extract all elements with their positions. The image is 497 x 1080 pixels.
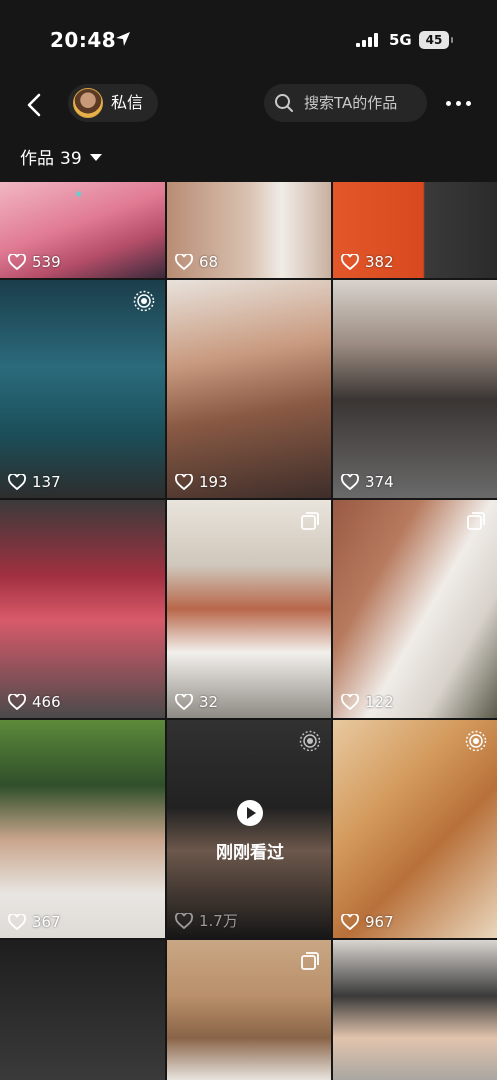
video-tile[interactable]: 382 bbox=[333, 182, 497, 278]
heart-icon bbox=[8, 254, 26, 270]
nav-bar: 私信 搜索TA的作品 bbox=[0, 80, 497, 130]
location-arrow-icon bbox=[116, 32, 130, 46]
message-label: 私信 bbox=[111, 93, 144, 112]
heart-icon bbox=[8, 474, 26, 490]
live-photo-icon bbox=[133, 290, 155, 312]
video-tile[interactable]: 967 bbox=[333, 720, 497, 938]
video-tile[interactable] bbox=[167, 940, 331, 1080]
like-count: 1.7万 bbox=[175, 910, 238, 931]
network-type: 5G bbox=[389, 31, 412, 49]
like-count-value: 68 bbox=[199, 253, 219, 271]
heart-icon bbox=[8, 914, 26, 930]
video-tile[interactable]: 367 bbox=[0, 720, 165, 938]
like-count-value: 374 bbox=[365, 473, 394, 491]
like-count-value: 539 bbox=[32, 253, 61, 271]
watched-overlay bbox=[167, 720, 331, 938]
works-label: 作品 bbox=[20, 149, 54, 169]
like-count: 382 bbox=[341, 253, 394, 271]
like-count: 466 bbox=[8, 693, 61, 711]
like-count: 32 bbox=[175, 693, 218, 711]
video-tile[interactable]: 137 bbox=[0, 280, 165, 498]
signal-icon bbox=[356, 33, 380, 47]
more-options-icon[interactable] bbox=[444, 94, 474, 114]
video-tile[interactable] bbox=[333, 940, 497, 1080]
video-tile[interactable]: 32 bbox=[167, 500, 331, 718]
gallery-icon bbox=[301, 952, 319, 970]
like-count: 122 bbox=[341, 693, 394, 711]
video-tile[interactable] bbox=[0, 940, 165, 1080]
search-placeholder: 搜索TA的作品 bbox=[304, 94, 398, 112]
status-time: 20:48 bbox=[50, 28, 117, 52]
like-count-value: 193 bbox=[199, 473, 228, 491]
status-bar: 20:48 5G 45 bbox=[0, 0, 497, 80]
back-arrow-icon[interactable] bbox=[20, 90, 50, 120]
heart-icon bbox=[175, 474, 193, 490]
works-count: 39 bbox=[60, 149, 82, 169]
heart-icon bbox=[341, 474, 359, 490]
like-count-value: 122 bbox=[365, 693, 394, 711]
like-count-value: 32 bbox=[199, 693, 219, 711]
play-icon bbox=[237, 800, 263, 826]
recently-watched-label: 刚刚看过 bbox=[216, 843, 284, 863]
heart-icon bbox=[341, 694, 359, 710]
like-count: 367 bbox=[8, 913, 61, 931]
search-input[interactable]: 搜索TA的作品 bbox=[264, 84, 427, 122]
battery-icon: 45 bbox=[419, 31, 449, 49]
like-count-value: 466 bbox=[32, 693, 61, 711]
video-tile[interactable]: 466 bbox=[0, 500, 165, 718]
video-grid: ✶ 539 68 382 137 193 374 466 32 122 367 … bbox=[0, 182, 497, 1080]
video-tile[interactable]: ✶ 539 bbox=[0, 182, 165, 278]
works-filter-dropdown[interactable]: 作品 39 bbox=[20, 144, 102, 170]
heart-icon bbox=[341, 914, 359, 930]
like-count-value: 367 bbox=[32, 913, 61, 931]
video-tile[interactable]: 374 bbox=[333, 280, 497, 498]
avatar bbox=[73, 88, 103, 118]
gallery-icon bbox=[301, 512, 319, 530]
sparkle-icon: ✶ bbox=[74, 188, 84, 201]
heart-icon bbox=[175, 912, 193, 929]
like-count-value: 1.7万 bbox=[199, 912, 238, 930]
live-photo-icon bbox=[465, 730, 487, 752]
like-count: 967 bbox=[341, 913, 394, 931]
like-count: 539 bbox=[8, 253, 61, 271]
video-tile[interactable]: 刚刚看过 1.7万 bbox=[167, 720, 331, 938]
video-tile[interactable]: 193 bbox=[167, 280, 331, 498]
like-count-value: 967 bbox=[365, 913, 394, 931]
like-count-value: 382 bbox=[365, 253, 394, 271]
like-count: 193 bbox=[175, 473, 228, 491]
video-tile[interactable]: 68 bbox=[167, 182, 331, 278]
message-button[interactable]: 私信 bbox=[68, 84, 158, 122]
heart-icon bbox=[175, 254, 193, 270]
battery-tip bbox=[451, 37, 453, 43]
heart-icon bbox=[341, 254, 359, 270]
live-photo-icon bbox=[299, 730, 321, 752]
like-count: 374 bbox=[341, 473, 394, 491]
like-count-value: 137 bbox=[32, 473, 61, 491]
video-tile[interactable]: 122 bbox=[333, 500, 497, 718]
search-icon bbox=[275, 94, 293, 112]
heart-icon bbox=[175, 694, 193, 710]
like-count: 137 bbox=[8, 473, 61, 491]
chevron-down-icon bbox=[89, 154, 102, 161]
like-count: 68 bbox=[175, 253, 218, 271]
gallery-icon bbox=[467, 512, 485, 530]
heart-icon bbox=[8, 694, 26, 710]
